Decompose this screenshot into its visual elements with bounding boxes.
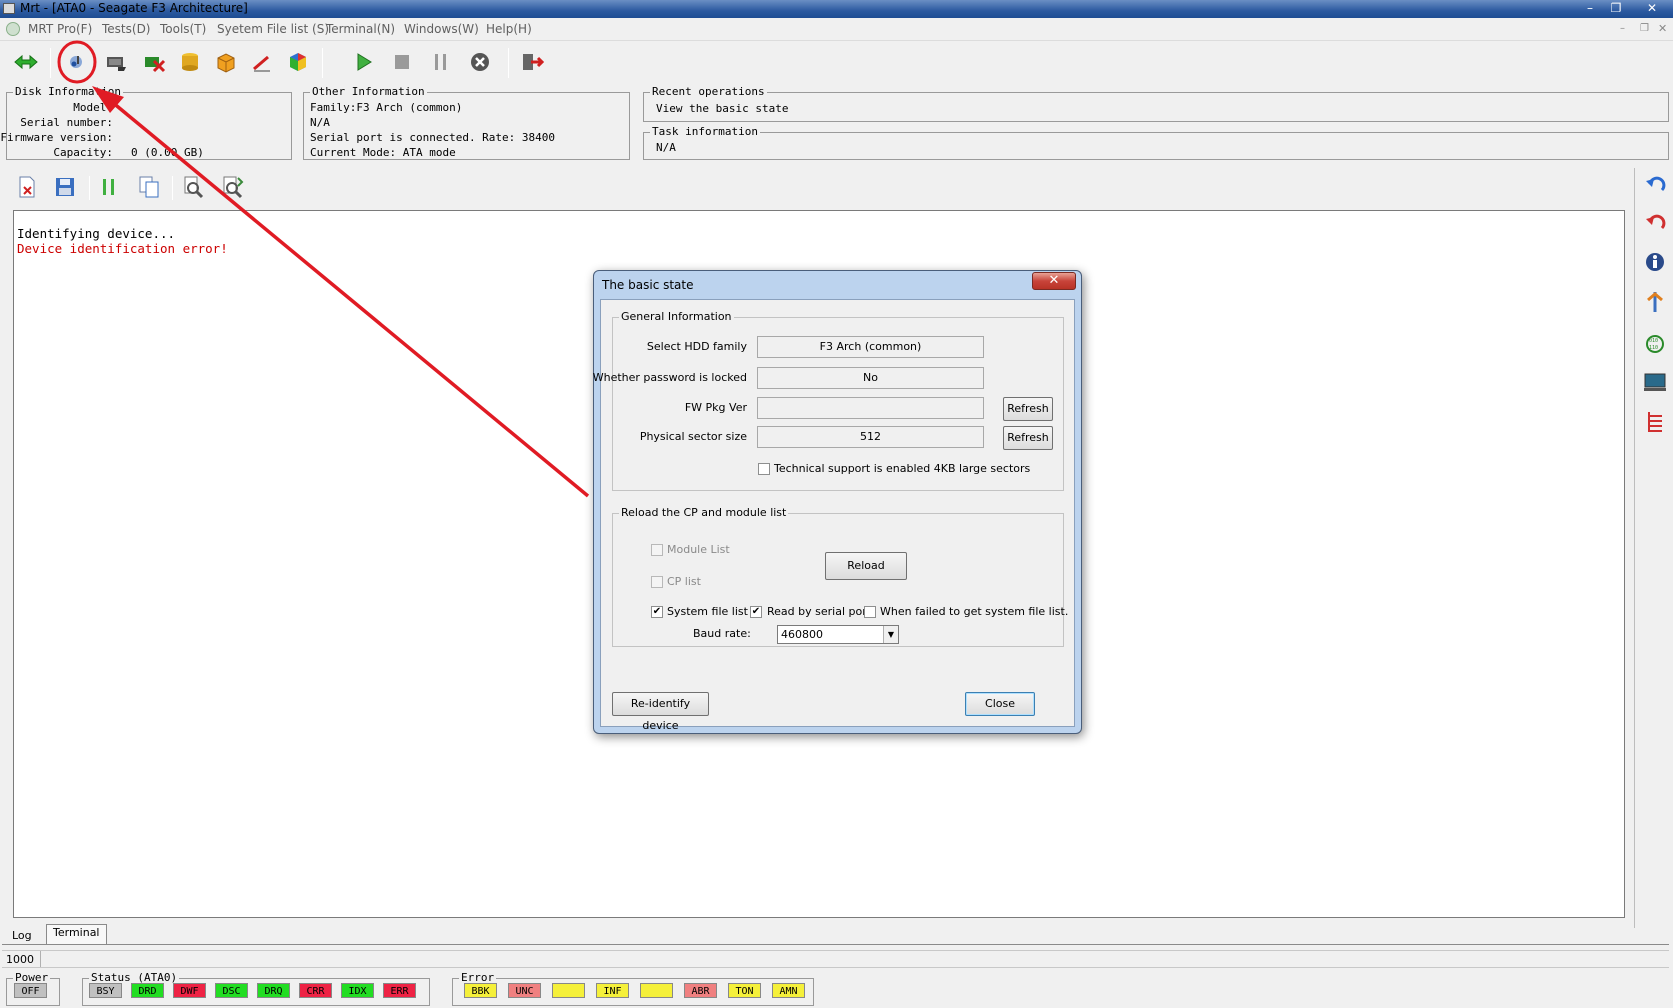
annotation-overlay [57, 40, 590, 498]
annotation-circle [57, 40, 97, 84]
annotation-arrow-line [98, 90, 590, 498]
